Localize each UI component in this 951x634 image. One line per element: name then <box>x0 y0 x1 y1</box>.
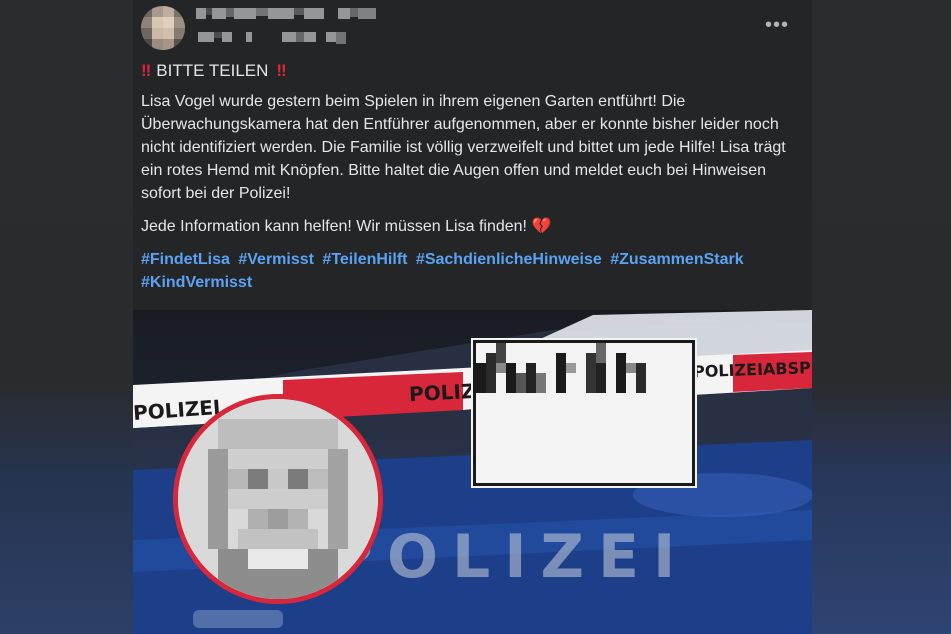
post-paragraph-2: Jede Information kann helfen! Wir müssen… <box>141 215 801 238</box>
missing-person-portrait <box>173 394 383 604</box>
post-body: ‼ BITTE TEILEN ‼ Lisa Vogel wurde gester… <box>141 60 801 294</box>
hashtag-link[interactable]: #ZusammenStark <box>610 251 743 268</box>
post-headline: ‼ BITTE TEILEN ‼ <box>141 60 801 82</box>
author-name-pixelated[interactable] <box>196 8 376 19</box>
pixelated-face <box>178 399 378 599</box>
pixelated-sign <box>471 338 697 488</box>
tape-text: POLIZEIABSPE <box>692 357 812 382</box>
background-blur-right <box>812 0 951 634</box>
hashtag-link[interactable]: #FindetLisa <box>141 251 230 268</box>
broken-heart-icon: 💔 <box>531 218 552 235</box>
paragraph-2-text: Jede Information kann helfen! Wir müssen… <box>141 218 527 235</box>
post-meta-pixelated <box>198 32 346 44</box>
headline-text: BITTE TEILEN <box>156 61 269 80</box>
avatar-pixelated-image <box>141 6 185 50</box>
pixelated-text-block <box>476 343 646 393</box>
more-options-icon[interactable]: ••• <box>764 15 790 35</box>
post-paragraph-1: Lisa Vogel wurde gestern beim Spielen in… <box>141 93 786 202</box>
car-polizei-lettering: POLIZEI <box>329 522 690 592</box>
post-header: ••• <box>133 0 812 58</box>
facebook-post: ••• ‼ BITTE TEILEN ‼ Lisa Vogel wurde ge… <box>133 0 812 634</box>
double-exclamation-icon: ‼ <box>141 61 151 80</box>
post-image[interactable]: POLIZEI POLIZEI POLIZEI POLIZEIABSPE <box>133 310 812 634</box>
hashtag-link[interactable]: #KindVermisst <box>141 274 252 291</box>
hashtag-list: #FindetLisa #Vermisst #TeilenHilft #Sach… <box>141 248 801 294</box>
double-exclamation-icon: ‼ <box>276 61 286 80</box>
hashtag-link[interactable]: #SachdienlicheHinweise <box>416 251 602 268</box>
avatar[interactable] <box>141 6 185 50</box>
background-blur-left <box>0 0 133 634</box>
hashtag-link[interactable]: #Vermisst <box>238 251 314 268</box>
hashtag-link[interactable]: #TeilenHilft <box>322 251 407 268</box>
